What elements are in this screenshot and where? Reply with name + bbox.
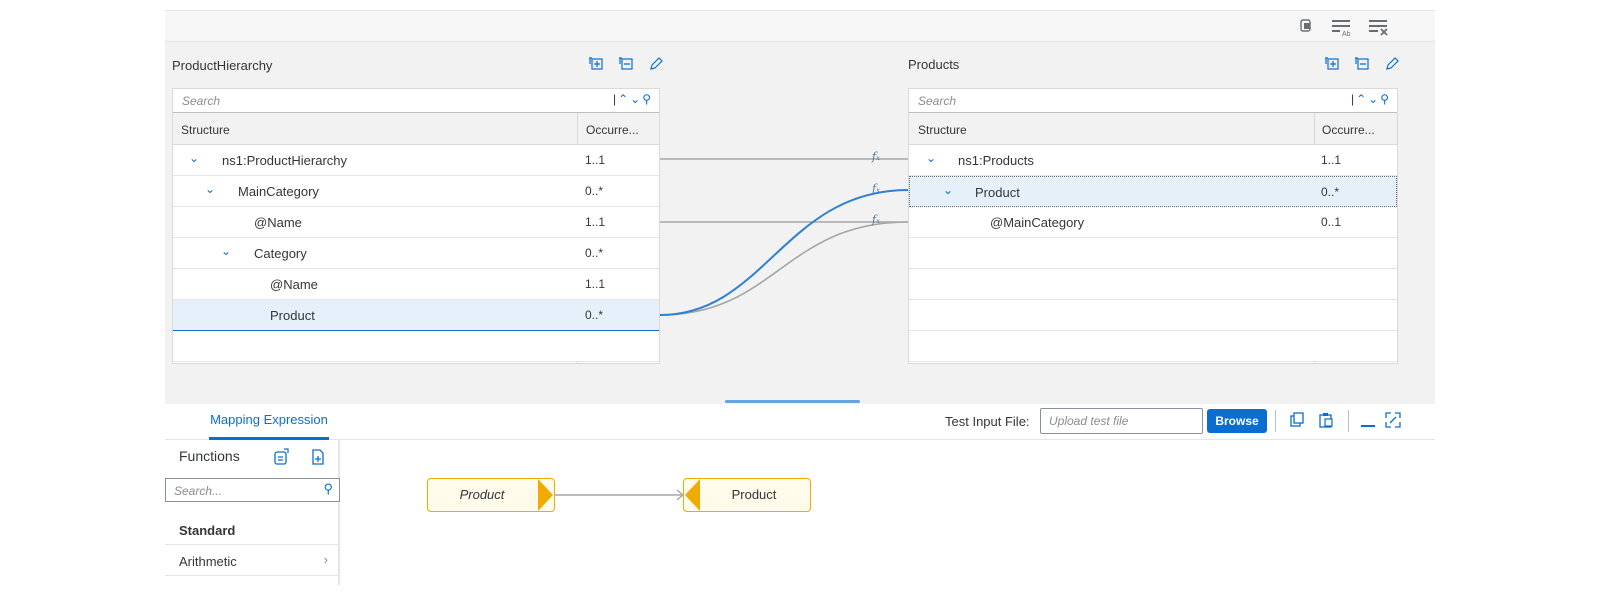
mapping-lines bbox=[659, 158, 909, 316]
text-format-icon[interactable]: Ab bbox=[1331, 17, 1353, 39]
source-node-label: Product bbox=[459, 487, 505, 502]
fullscreen-icon[interactable] bbox=[1383, 412, 1403, 432]
function-group-title: Standard bbox=[179, 523, 236, 538]
mapping-editor: Ab ProductHierarchy Search |⌃⌄⚲ Structur… bbox=[165, 10, 1435, 595]
function-icon[interactable]: fₓ bbox=[872, 182, 880, 195]
search-icon[interactable]: ⚲ bbox=[323, 481, 333, 497]
divider bbox=[1348, 410, 1349, 432]
target-port-icon bbox=[685, 479, 700, 511]
expression-toolbar: Mapping Expression Test Input File: Brow… bbox=[165, 404, 1435, 440]
add-function-icon[interactable] bbox=[309, 448, 327, 466]
import-function-icon[interactable] bbox=[272, 448, 290, 466]
top-toolbar: Ab bbox=[165, 10, 1435, 42]
mapping-line-product-to-category[interactable] bbox=[659, 221, 909, 316]
browse-button[interactable]: Browse bbox=[1207, 409, 1267, 433]
copy-icon[interactable] bbox=[1295, 17, 1317, 39]
target-node-label: Product bbox=[731, 487, 777, 502]
mapping-area: ProductHierarchy Search |⌃⌄⚲ Structure O… bbox=[165, 42, 1435, 404]
search-placeholder: Search... bbox=[174, 484, 223, 498]
functions-search[interactable]: Search... ⚲ bbox=[165, 478, 340, 502]
function-category-arithmetic[interactable]: Arithmetic › bbox=[165, 544, 340, 576]
test-file-input[interactable] bbox=[1041, 409, 1202, 433]
function-category-label: Arithmetic bbox=[179, 554, 237, 569]
test-file-field[interactable] bbox=[1040, 408, 1203, 434]
functions-title: Functions bbox=[179, 448, 240, 464]
source-port-icon bbox=[538, 479, 553, 511]
minimize-icon[interactable] bbox=[1358, 412, 1378, 432]
paste-icon[interactable] bbox=[1316, 412, 1336, 432]
divider bbox=[1275, 410, 1276, 432]
mapping-line-product-selected[interactable] bbox=[659, 189, 909, 316]
test-input-label: Test Input File: bbox=[945, 414, 1030, 429]
clear-list-icon[interactable] bbox=[1368, 17, 1390, 39]
panel-splitter[interactable] bbox=[725, 400, 860, 403]
expression-link[interactable] bbox=[555, 478, 695, 512]
svg-text:Ab: Ab bbox=[1342, 31, 1351, 37]
functions-panel: Functions Search... ⚲ Standard Arithmeti… bbox=[165, 440, 340, 585]
tab-mapping-expression[interactable]: Mapping Expression bbox=[209, 404, 329, 440]
chevron-right-icon: › bbox=[323, 552, 328, 567]
copy-icon[interactable] bbox=[1287, 412, 1307, 432]
function-icon[interactable]: fₓ bbox=[872, 213, 880, 226]
function-icon[interactable]: fₓ bbox=[872, 150, 880, 163]
